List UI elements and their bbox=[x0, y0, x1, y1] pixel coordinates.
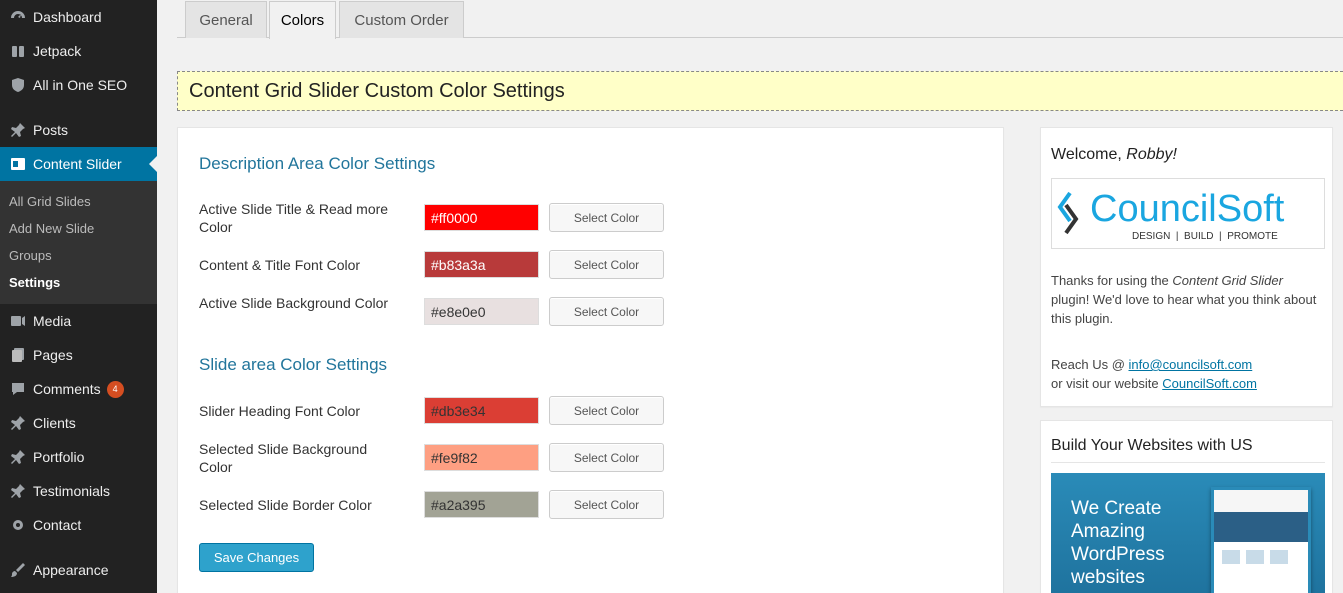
label-active-slide-title-color: Active Slide Title & Read more Color bbox=[199, 201, 389, 235]
submenu-all-grid-slides[interactable]: All Grid Slides bbox=[9, 194, 91, 209]
website-link[interactable]: CouncilSoft.com bbox=[1162, 376, 1257, 391]
select-color-button[interactable]: Select Color bbox=[549, 250, 664, 279]
menu-pages[interactable]: Pages bbox=[0, 338, 157, 372]
settings-tabs: General Colors Custom Order bbox=[177, 0, 1343, 39]
select-color-button[interactable]: Select Color bbox=[549, 297, 664, 326]
submenu-groups[interactable]: Groups bbox=[9, 248, 52, 263]
menu-portfolio[interactable]: Portfolio bbox=[0, 440, 157, 474]
user-name: Robby! bbox=[1126, 146, 1177, 163]
promo-line: Amazing bbox=[1071, 521, 1145, 542]
email-link[interactable]: info@councilsoft.com bbox=[1129, 357, 1253, 372]
admin-sidebar: Dashboard Jetpack All in One SEO Posts C… bbox=[0, 0, 157, 593]
label-active-slide-background-color: Active Slide Background Color bbox=[199, 295, 389, 311]
page-heading-banner: Content Grid Slider Custom Color Setting… bbox=[177, 71, 1343, 111]
promo-banner[interactable]: We Create Amazing WordPress websites bbox=[1051, 473, 1325, 593]
menu-all-in-one-seo[interactable]: All in One SEO bbox=[0, 68, 157, 102]
select-color-button[interactable]: Select Color bbox=[549, 490, 664, 519]
councilsoft-logo-graphic: CouncilSoft DESIGN | BUILD | PROMOTE bbox=[1057, 188, 1285, 242]
pin-icon bbox=[4, 447, 32, 467]
promo-divider bbox=[1051, 462, 1325, 463]
menu-comments[interactable]: Comments 4 bbox=[0, 372, 157, 406]
section-title-description-area: Description Area Color Settings bbox=[199, 154, 436, 173]
slider-icon bbox=[4, 154, 32, 174]
councilsoft-logo[interactable]: CouncilSoft DESIGN | BUILD | PROMOTE bbox=[1051, 178, 1325, 249]
color-input-active-slide-title[interactable]: #ff0000 bbox=[424, 204, 539, 231]
menu-media[interactable]: Media bbox=[0, 304, 157, 338]
menu-testimonials[interactable]: Testimonials bbox=[0, 474, 157, 508]
promo-website-mockup bbox=[1211, 487, 1311, 593]
select-color-button[interactable]: Select Color bbox=[549, 203, 664, 232]
submenu-add-new-slide[interactable]: Add New Slide bbox=[9, 221, 94, 236]
pin-icon bbox=[4, 413, 32, 433]
shield-icon bbox=[4, 75, 32, 95]
pin-icon bbox=[4, 120, 32, 140]
active-menu-arrow bbox=[149, 156, 157, 172]
menu-appearance[interactable]: Appearance bbox=[0, 553, 157, 587]
content-slider-submenu: All Grid Slides Add New Slide Groups Set… bbox=[0, 181, 157, 304]
color-input-slider-heading-font[interactable]: #db3e34 bbox=[424, 397, 539, 424]
select-color-button[interactable]: Select Color bbox=[549, 443, 664, 472]
promo-line: WordPress bbox=[1071, 544, 1165, 565]
pages-icon bbox=[4, 345, 32, 365]
welcome-widget: Welcome, Robby! CouncilSoft DESIGN | BUI… bbox=[1040, 127, 1333, 407]
brush-icon bbox=[4, 560, 32, 580]
color-input-content-title-font[interactable]: #b83a3a bbox=[424, 251, 539, 278]
tab-general[interactable]: General bbox=[185, 1, 267, 38]
promo-title: Build Your Websites with US bbox=[1051, 437, 1253, 454]
menu-dashboard[interactable]: Dashboard bbox=[0, 0, 157, 34]
menu-clients[interactable]: Clients bbox=[0, 406, 157, 440]
logo-tagline: DESIGN | BUILD | PROMOTE bbox=[1132, 231, 1278, 242]
welcome-thanks-text: Thanks for using the Content Grid Slider… bbox=[1051, 273, 1317, 326]
color-input-selected-slide-border[interactable]: #a2a395 bbox=[424, 491, 539, 518]
menu-content-slider[interactable]: Content Slider bbox=[0, 147, 157, 181]
tab-custom-order[interactable]: Custom Order bbox=[339, 1, 464, 38]
comments-icon bbox=[4, 379, 32, 399]
dashboard-icon bbox=[4, 7, 32, 27]
gear-icon bbox=[4, 515, 32, 535]
select-color-button[interactable]: Select Color bbox=[549, 396, 664, 425]
menu-posts[interactable]: Posts bbox=[0, 113, 157, 147]
color-input-selected-slide-background[interactable]: #fe9f82 bbox=[424, 444, 539, 471]
comments-count-badge: 4 bbox=[106, 380, 124, 398]
submenu-settings[interactable]: Settings bbox=[9, 275, 60, 290]
color-input-active-slide-background[interactable]: #e8e0e0 bbox=[424, 298, 539, 325]
logo-text: CouncilSoft bbox=[1090, 188, 1285, 230]
welcome-contact-text: Reach Us @ info@councilsoft.com or visit… bbox=[1051, 357, 1257, 391]
promo-line: websites bbox=[1071, 567, 1145, 588]
pin-icon bbox=[4, 481, 32, 501]
media-icon bbox=[4, 311, 32, 331]
label-selected-slide-border-color: Selected Slide Border Color bbox=[199, 497, 372, 513]
save-changes-button[interactable]: Save Changes bbox=[199, 543, 314, 572]
page-title: Content Grid Slider Custom Color Setting… bbox=[189, 79, 565, 102]
promo-widget: Build Your Websites with US We Create Am… bbox=[1040, 420, 1333, 593]
menu-contact[interactable]: Contact bbox=[0, 508, 157, 542]
promo-line: We Create bbox=[1071, 498, 1162, 519]
tab-colors[interactable]: Colors bbox=[269, 1, 336, 39]
label-slider-heading-font-color: Slider Heading Font Color bbox=[199, 403, 361, 419]
welcome-title: Welcome, Robby! bbox=[1051, 146, 1177, 163]
label-selected-slide-background-color: Selected Slide Background Color bbox=[199, 441, 368, 475]
section-title-slide-area: Slide area Color Settings bbox=[199, 355, 388, 374]
menu-jetpack[interactable]: Jetpack bbox=[0, 34, 157, 68]
label-content-title-font-color: Content & Title Font Color bbox=[199, 257, 361, 273]
jetpack-icon bbox=[4, 41, 32, 61]
color-settings-panel: Description Area Color Settings Active S… bbox=[177, 127, 1004, 593]
